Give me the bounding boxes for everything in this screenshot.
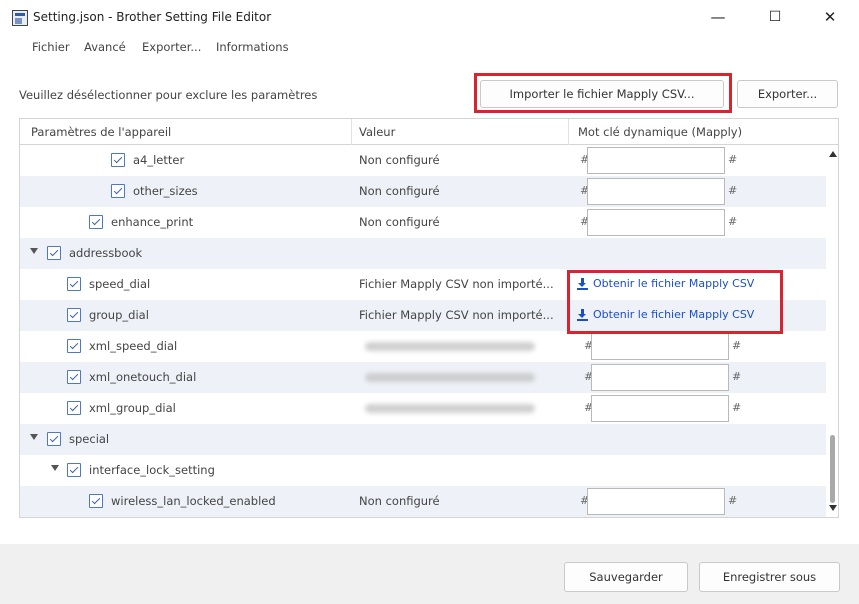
- row-name: speed_dial: [89, 277, 151, 291]
- row-name: a4_letter: [133, 153, 185, 167]
- minimize-button[interactable]: —: [704, 5, 732, 29]
- keyword-input[interactable]: [587, 147, 725, 174]
- table-row: interface_lock_setting: [20, 455, 826, 486]
- keyword-input[interactable]: [591, 364, 729, 391]
- row-checkbox[interactable]: [89, 494, 103, 508]
- table-row: other_sizes Non configuré # #: [20, 176, 826, 207]
- row-name: addressbook: [69, 246, 143, 260]
- table-row: addressbook: [20, 238, 826, 269]
- main-content: Veuillez désélectionner pour exclure les…: [0, 60, 859, 544]
- blurred-value: [365, 404, 535, 413]
- row-checkbox[interactable]: [47, 432, 61, 446]
- table-row: speed_dial Fichier Mapply CSV non import…: [20, 269, 826, 300]
- row-name: enhance_print: [111, 215, 194, 229]
- hash-suffix: #: [728, 215, 738, 228]
- table-row: enhance_print Non configuré # #: [20, 207, 826, 238]
- download-icon: [577, 308, 588, 321]
- row-checkbox[interactable]: [67, 339, 81, 353]
- get-mapply-csv-link[interactable]: Obtenir le fichier Mapply CSV: [577, 277, 754, 290]
- row-value: Non configuré: [359, 215, 440, 229]
- hash-suffix: #: [732, 401, 742, 414]
- row-name: xml_group_dial: [89, 401, 176, 415]
- table-row: group_dial Fichier Mapply CSV non import…: [20, 300, 826, 331]
- table-row: xml_onetouch_dial # #: [20, 362, 826, 393]
- row-checkbox[interactable]: [67, 308, 81, 322]
- instruction-text: Veuillez désélectionner pour exclure les…: [19, 88, 318, 102]
- window-title: Setting.json - Brother Setting File Edit…: [33, 10, 272, 24]
- import-mapply-csv-button[interactable]: Importer le fichier Mapply CSV...: [480, 80, 724, 108]
- row-value: Fichier Mapply CSV non importé...: [359, 277, 554, 291]
- expand-arrow-icon[interactable]: [51, 465, 59, 471]
- expand-arrow-icon[interactable]: [30, 248, 38, 254]
- maximize-button[interactable]: ☐: [761, 5, 789, 29]
- row-checkbox[interactable]: [67, 463, 81, 477]
- link-label: Obtenir le fichier Mapply CSV: [593, 277, 755, 290]
- header-keyword: Mot clé dynamique (Mapply): [578, 125, 743, 139]
- blurred-value: [365, 342, 535, 351]
- row-name: xml_speed_dial: [89, 339, 178, 353]
- row-value: Non configuré: [359, 153, 440, 167]
- row-checkbox[interactable]: [47, 246, 61, 260]
- get-mapply-csv-link[interactable]: Obtenir le fichier Mapply CSV: [577, 308, 754, 321]
- row-name: special: [69, 432, 110, 446]
- scroll-up-arrow-icon[interactable]: [829, 151, 837, 157]
- keyword-input[interactable]: [591, 395, 729, 422]
- column-separator: [351, 119, 352, 145]
- hash-suffix: #: [732, 370, 742, 383]
- save-as-button[interactable]: Enregistrer sous: [699, 562, 840, 592]
- expand-arrow-icon[interactable]: [30, 434, 38, 440]
- row-name: group_dial: [89, 308, 149, 322]
- keyword-input[interactable]: [587, 209, 725, 236]
- table-row: xml_speed_dial # #: [20, 331, 826, 362]
- scroll-down-arrow-icon[interactable]: [829, 505, 837, 511]
- keyword-input[interactable]: [587, 488, 725, 515]
- hash-suffix: #: [728, 494, 738, 507]
- keyword-input[interactable]: [591, 333, 729, 360]
- table-row: xml_group_dial # #: [20, 393, 826, 424]
- menu-bar: Fichier Avancé Exporter... Informations: [0, 36, 859, 60]
- row-name: other_sizes: [133, 184, 198, 198]
- row-name: wireless_lan_locked_enabled: [111, 494, 276, 508]
- header-param: Paramètres de l'appareil: [31, 125, 172, 139]
- close-button[interactable]: ✕: [816, 5, 844, 29]
- link-label: Obtenir le fichier Mapply CSV: [593, 308, 755, 321]
- vertical-scrollbar[interactable]: [826, 145, 838, 517]
- hash-suffix: #: [728, 153, 738, 166]
- row-checkbox[interactable]: [67, 277, 81, 291]
- row-checkbox[interactable]: [89, 215, 103, 229]
- row-name: xml_onetouch_dial: [89, 370, 197, 384]
- keyword-input[interactable]: [587, 178, 725, 205]
- menu-informations[interactable]: Informations: [216, 40, 289, 54]
- title-bar: Setting.json - Brother Setting File Edit…: [0, 0, 859, 36]
- footer-bar: Sauvegarder Enregistrer sous: [0, 544, 859, 604]
- app-icon: [12, 10, 28, 26]
- table-row: wireless_lan_locked_enabled Non configur…: [20, 486, 826, 517]
- table-row: special: [20, 424, 826, 455]
- blurred-value: [365, 373, 535, 382]
- table-row: a4_letter Non configuré # #: [20, 145, 826, 176]
- row-checkbox[interactable]: [67, 401, 81, 415]
- export-button[interactable]: Exporter...: [737, 80, 838, 108]
- menu-fichier[interactable]: Fichier: [32, 40, 70, 54]
- header-value: Valeur: [359, 125, 396, 139]
- row-checkbox[interactable]: [111, 184, 125, 198]
- table-header: Paramètres de l'appareil Valeur Mot clé …: [20, 119, 838, 145]
- hash-suffix: #: [728, 184, 738, 197]
- menu-exporter[interactable]: Exporter...: [142, 40, 201, 54]
- row-value: Non configuré: [359, 494, 440, 508]
- row-value: Fichier Mapply CSV non importé...: [359, 308, 554, 322]
- save-button[interactable]: Sauvegarder: [564, 562, 688, 592]
- menu-avance[interactable]: Avancé: [84, 40, 126, 54]
- hash-suffix: #: [732, 339, 742, 352]
- column-separator: [568, 119, 569, 145]
- row-name: interface_lock_setting: [89, 463, 215, 477]
- scrollbar-thumb[interactable]: [830, 435, 835, 503]
- download-icon: [577, 277, 588, 290]
- settings-table: Paramètres de l'appareil Valeur Mot clé …: [19, 118, 839, 518]
- row-value: Non configuré: [359, 184, 440, 198]
- row-checkbox[interactable]: [67, 370, 81, 384]
- row-checkbox[interactable]: [111, 153, 125, 167]
